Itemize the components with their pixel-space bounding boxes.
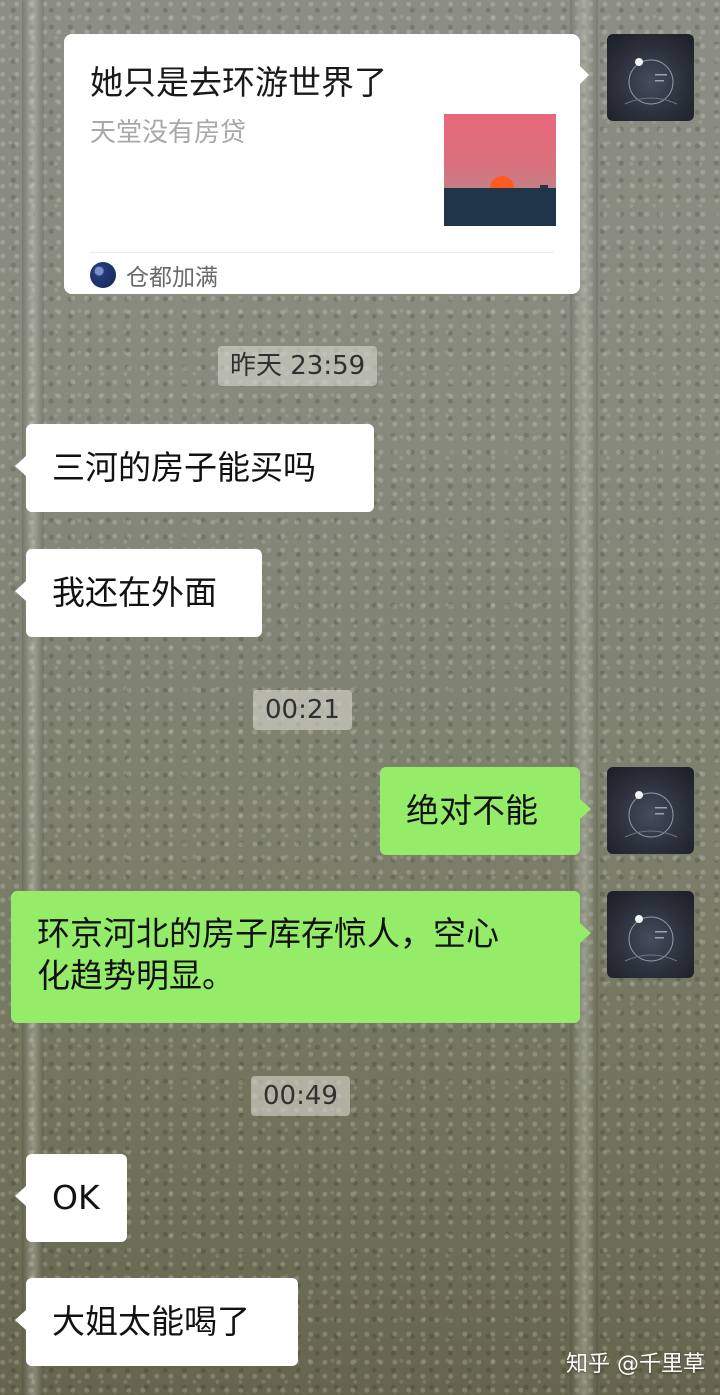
card-source: 仓都加满	[90, 260, 218, 291]
bubble-tail	[580, 923, 591, 943]
bubble-tail	[15, 1310, 26, 1330]
article-thumbnail	[444, 114, 556, 226]
bubble-tail	[580, 66, 589, 84]
card-divider	[90, 252, 554, 253]
shared-article-card[interactable]: 她只是去环游世界了 天堂没有房贷 仓都加满	[64, 34, 589, 294]
message-text: 我还在外面	[52, 573, 217, 612]
self-avatar-icon[interactable]	[607, 34, 694, 121]
article-title: 她只是去环游世界了	[90, 63, 387, 102]
message-text: OK	[52, 1178, 100, 1217]
received-message-bubble[interactable]: OK	[15, 1154, 127, 1242]
bubble-tail	[580, 799, 591, 819]
bubble-tail	[15, 581, 26, 601]
watermark: 知乎 @千里草	[566, 1352, 705, 1377]
received-message-bubble[interactable]: 大姐太能喝了	[15, 1278, 298, 1366]
self-avatar-icon[interactable]	[607, 891, 694, 978]
message-text-line: 化趋势明显。	[37, 956, 235, 995]
bubble-tail	[15, 1186, 26, 1206]
self-avatar-icon[interactable]	[607, 767, 694, 854]
timestamp: 00:21	[253, 690, 352, 730]
timestamp: 昨天 23:59	[218, 346, 378, 386]
source-account-icon	[90, 262, 116, 288]
message-text: 大姐太能喝了	[52, 1302, 250, 1341]
message-text: 三河的房子能买吗	[52, 448, 316, 487]
received-message-bubble[interactable]: 我还在外面	[15, 549, 262, 637]
source-account-name: 仓都加满	[126, 265, 218, 291]
message-text-line: 环京河北的房子库存惊人，空心	[37, 914, 499, 953]
message-text: 绝对不能	[406, 791, 538, 830]
sent-message-bubble[interactable]: 环京河北的房子库存惊人，空心 化趋势明显。	[11, 891, 591, 1023]
timestamp: 00:49	[251, 1076, 350, 1116]
received-message-bubble[interactable]: 三河的房子能买吗	[15, 424, 374, 512]
article-subtitle: 天堂没有房贷	[90, 118, 247, 148]
bubble-tail	[15, 456, 26, 476]
sent-message-bubble[interactable]: 绝对不能	[380, 767, 591, 855]
